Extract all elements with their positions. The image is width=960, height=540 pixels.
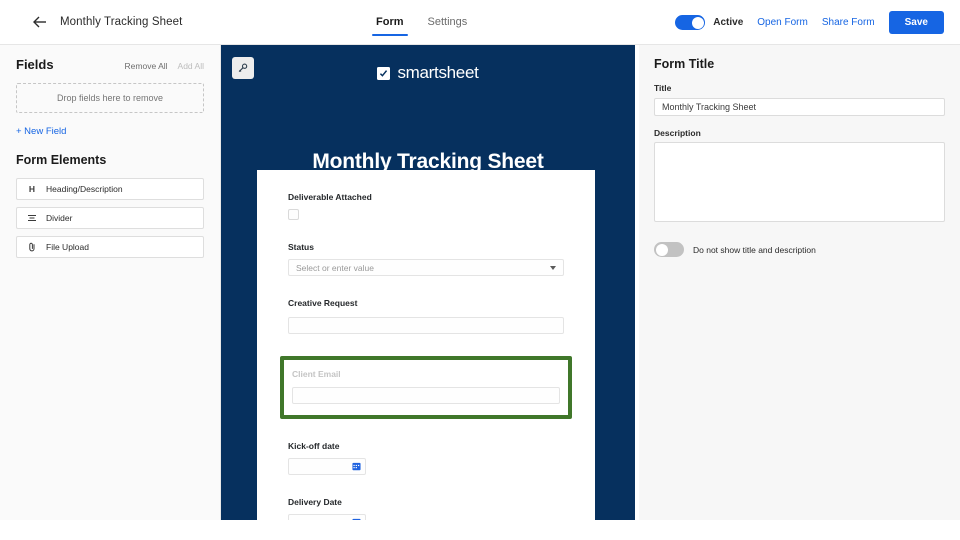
calendar-icon[interactable]: [352, 462, 361, 471]
field-label: Kick-off date: [288, 441, 340, 451]
divider-icon: [27, 213, 37, 223]
tab-settings[interactable]: Settings: [428, 16, 468, 36]
form-card: Deliverable Attached Status Select or en…: [257, 170, 595, 520]
field-label: Client Email: [292, 368, 341, 379]
open-form-link[interactable]: Open Form: [757, 17, 808, 28]
field-label: Status: [288, 242, 314, 252]
delivery-date-input[interactable]: [288, 514, 366, 520]
form-element-divider[interactable]: Divider: [16, 207, 204, 229]
arrow-left-icon[interactable]: [32, 14, 48, 30]
deliverable-attached-checkbox[interactable]: [288, 209, 299, 220]
active-toggle-label: Active: [713, 17, 744, 28]
creative-request-input[interactable]: [288, 316, 564, 334]
kickoff-date-input[interactable]: [288, 458, 366, 475]
hide-title-description-row: Do not show title and description: [654, 242, 945, 257]
field-label: Creative Request: [288, 298, 358, 308]
form-title-input[interactable]: [654, 98, 945, 116]
new-field-button[interactable]: + New Field: [16, 126, 204, 137]
share-form-link[interactable]: Share Form: [822, 17, 875, 28]
add-all-button[interactable]: Add All: [178, 61, 204, 71]
top-header-bar: Monthly Tracking Sheet Form Settings Act…: [0, 0, 960, 45]
form-builder-app: Monthly Tracking Sheet Form Settings Act…: [0, 0, 960, 540]
header-actions: Active Open Form Share Form Save: [675, 11, 944, 34]
field-label: Delivery Date: [288, 497, 342, 507]
form-elements-title: Form Elements: [16, 153, 107, 167]
paperclip-icon: [27, 242, 37, 252]
form-title-settings-panel: Form Title Title Description Do not show…: [639, 45, 960, 520]
fields-sidebar: Fields Remove All Add All Drop fields he…: [0, 45, 221, 520]
form-elements-list: H Heading/Description Divider File Uploa: [16, 178, 204, 258]
remove-all-button[interactable]: Remove All: [125, 61, 168, 71]
panel-section-title: Form Title: [654, 57, 715, 71]
status-dropdown-placeholder: Select or enter value: [296, 262, 374, 273]
field-delivery-date: Delivery Date: [288, 497, 564, 520]
tab-form[interactable]: Form: [372, 16, 407, 36]
status-dropdown[interactable]: Select or enter value: [288, 259, 564, 276]
client-email-input[interactable]: [292, 387, 560, 404]
hide-title-description-toggle[interactable]: [654, 242, 684, 257]
brand-name-label: smartsheet: [397, 63, 479, 82]
view-tabs: Form Settings: [372, 16, 468, 36]
dropzone-label: Drop fields here to remove: [56, 93, 164, 103]
field-deliverable-attached: Deliverable Attached: [288, 192, 564, 220]
toggle-knob: [655, 243, 668, 256]
toggle-knob: [691, 16, 704, 29]
calendar-icon[interactable]: [352, 518, 361, 520]
title-field-label: Title: [654, 83, 672, 93]
field-client-email-selected[interactable]: Client Email: [280, 355, 572, 419]
form-element-label: Divider: [46, 213, 73, 223]
sheet-name-label: Monthly Tracking Sheet: [60, 16, 183, 28]
field-status: Status Select or enter value: [288, 242, 564, 276]
hide-title-description-label: Do not show title and description: [693, 244, 816, 255]
form-element-file-upload[interactable]: File Upload: [16, 236, 204, 258]
form-element-label: File Upload: [46, 242, 89, 252]
description-field-label: Description: [654, 128, 701, 138]
active-toggle[interactable]: [675, 15, 706, 30]
form-preview-canvas: smartsheet Monthly Tracking Sheet Delive…: [221, 45, 635, 520]
fields-title: Fields: [16, 57, 54, 72]
save-button[interactable]: Save: [888, 11, 944, 34]
chevron-down-icon: [550, 265, 556, 270]
breadcrumb: Monthly Tracking Sheet: [32, 14, 182, 30]
field-label: Deliverable Attached: [288, 192, 372, 202]
field-creative-request: Creative Request: [288, 298, 564, 334]
smartsheet-checkbox-icon: [377, 66, 391, 80]
fields-header-actions: Remove All Add All: [125, 61, 204, 71]
form-element-label: Heading/Description: [46, 184, 123, 194]
form-description-textarea[interactable]: [654, 142, 945, 222]
fields-header-row: Fields Remove All Add All: [16, 57, 204, 72]
smartsheet-logo: smartsheet: [221, 63, 635, 83]
heading-h-icon: H: [28, 184, 36, 194]
remove-fields-dropzone[interactable]: Drop fields here to remove: [16, 83, 204, 113]
form-element-heading-description[interactable]: H Heading/Description: [16, 178, 204, 200]
field-kickoff-date: Kick-off date: [288, 441, 564, 475]
